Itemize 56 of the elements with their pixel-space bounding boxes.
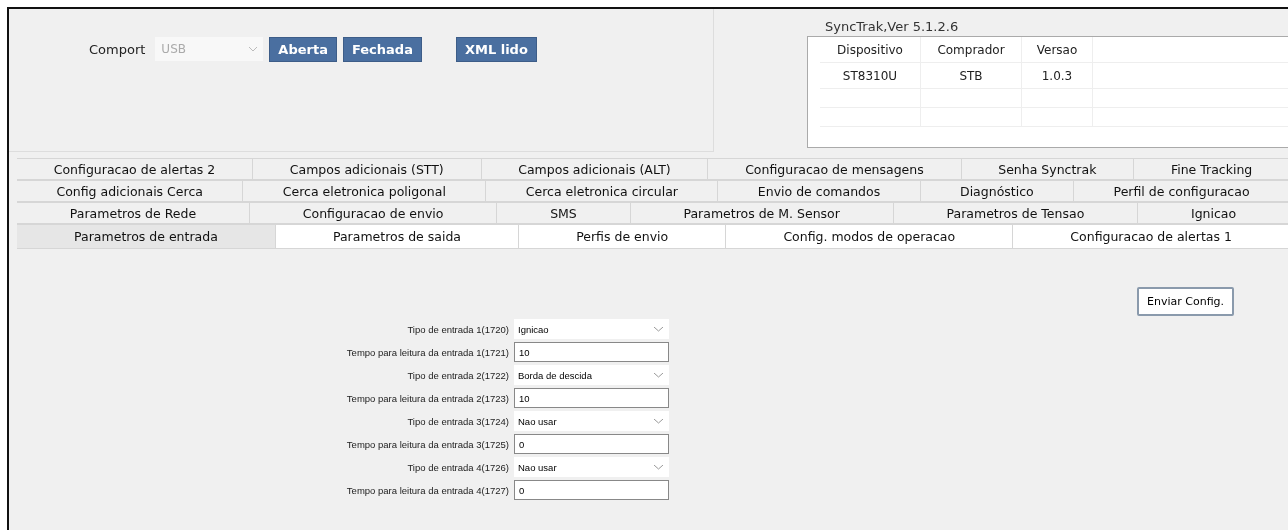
field-label: Tempo para leitura da entrada 4(1727) — [345, 484, 509, 496]
dropdown[interactable]: Borda de descida — [514, 365, 669, 385]
connection-button[interactable]: Aberta — [269, 37, 337, 62]
tab[interactable]: Configuracao de alertas 1 — [1013, 224, 1288, 249]
input-field[interactable]: 0 — [514, 434, 669, 454]
tab[interactable]: Configuracao de mensagens — [708, 158, 962, 180]
tab[interactable]: Senha Synctrak — [961, 158, 1135, 180]
field-label: Tempo para leitura da entrada 3(1725) — [345, 438, 509, 450]
field-label: Tipo de entrada 4(1726) — [406, 461, 509, 473]
tab[interactable]: Parametros de Rede — [17, 202, 250, 224]
input-field[interactable]: 0 — [514, 480, 669, 500]
version-title: SyncTrak,Ver 5.1.2.6 — [825, 19, 960, 36]
tab[interactable]: Envio de comandos — [718, 180, 921, 202]
dropdown[interactable]: Nao usar — [514, 411, 669, 431]
column-header: Dispositivo — [820, 37, 921, 62]
input-field[interactable]: 10 — [514, 342, 669, 362]
tab[interactable]: Config adicionais Cerca — [17, 180, 244, 202]
field-label: Tipo de entrada 1(1720) — [406, 323, 509, 335]
tab[interactable]: Campos adicionais (ALT) — [481, 158, 709, 180]
table-cell: ST8310U — [820, 63, 921, 88]
tab[interactable]: Cerca eletronica poligonal — [243, 180, 487, 202]
tab[interactable]: Perfis de envio — [519, 224, 727, 249]
dropdown[interactable]: Ignicao — [514, 319, 669, 339]
dropdown[interactable]: Nao usar — [514, 457, 669, 477]
chevron-icon — [654, 464, 663, 470]
table-cell: STB — [921, 63, 1022, 88]
field-label: Tempo para leitura da entrada 2(1723) — [345, 392, 509, 404]
connection-button[interactable]: Fechada — [342, 37, 422, 62]
tab[interactable]: Perfil de configuracao — [1074, 180, 1288, 202]
tab[interactable]: Fine Tracking — [1134, 158, 1288, 180]
comport-label: Comport — [89, 42, 146, 57]
column-header: Comprador — [921, 37, 1022, 62]
tab[interactable]: Parametros de saida — [275, 224, 520, 249]
input-field[interactable]: 10 — [514, 388, 669, 408]
tab[interactable]: Configuracao de alertas 2 — [17, 158, 254, 180]
tab[interactable]: Ignicao — [1138, 202, 1288, 224]
tab[interactable]: SMS — [497, 202, 631, 224]
chevron-icon — [654, 418, 663, 424]
chevron-icon — [654, 372, 663, 378]
send-config-button[interactable]: Enviar Config. — [1137, 287, 1235, 316]
chevron-icon — [654, 326, 663, 332]
column-header: Versao — [1022, 37, 1093, 62]
tab[interactable]: Parametros de M. Sensor — [630, 202, 894, 224]
field-label: Tipo de entrada 2(1722) — [406, 369, 509, 381]
tab[interactable]: Parametros de entrada — [17, 224, 276, 249]
tab[interactable]: Configuracao de envio — [249, 202, 498, 224]
field-label: Tempo para leitura da entrada 1(1721) — [345, 346, 509, 358]
tab[interactable]: Parametros de Tensao — [893, 202, 1139, 224]
chevron-icon — [249, 46, 258, 52]
field-label: Tipo de entrada 3(1724) — [406, 415, 509, 427]
tab[interactable]: Diagnóstico — [920, 180, 1075, 202]
tab[interactable]: Cerca eletronica circular — [486, 180, 719, 202]
tab[interactable]: Config. modos de operacao — [726, 224, 1014, 249]
table-cell: 1.0.3 — [1022, 63, 1093, 88]
connection-button[interactable]: XML lido — [455, 37, 537, 62]
tab[interactable]: Campos adicionais (STT) — [253, 158, 482, 180]
